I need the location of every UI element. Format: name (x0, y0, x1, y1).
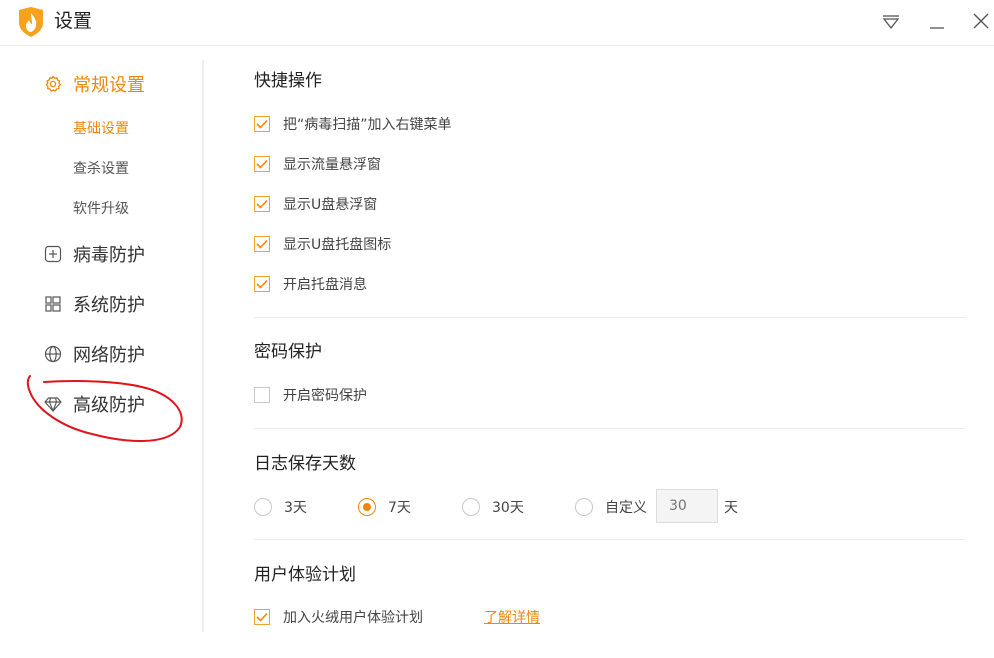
sidebar-subitem-basic-settings[interactable]: 基础设置 (73, 119, 129, 139)
radio-button[interactable] (254, 498, 272, 516)
close-icon (973, 13, 989, 29)
section-title-password: 密码保护 (254, 342, 322, 362)
radio-button-selected[interactable] (358, 498, 376, 516)
checkbox-row-ux-plan[interactable]: 加入火绒用户体验计划 (254, 607, 423, 627)
menu-dropdown-button[interactable] (878, 9, 904, 35)
sidebar-item-label: 常规设置 (73, 75, 145, 96)
minimize-icon (930, 27, 944, 29)
checkbox-label: 开启密码保护 (283, 388, 367, 404)
checkbox-row-context-menu[interactable]: 把“病毒扫描”加入右键菜单 (254, 114, 452, 134)
sidebar-item-network-protection[interactable]: 网络防护 (44, 340, 145, 368)
checkbox-row-tray-messages[interactable]: 开启托盘消息 (254, 274, 367, 294)
ux-plan-checkbox[interactable] (254, 609, 270, 625)
sidebar-subitem-software-update[interactable]: 软件升级 (73, 199, 129, 219)
minimize-button[interactable] (924, 9, 950, 35)
check-icon (256, 119, 268, 129)
learn-more-link[interactable]: 了解详情 (484, 607, 540, 627)
checkbox-label: 开启托盘消息 (283, 277, 367, 293)
usb-float-checkbox[interactable] (254, 196, 270, 212)
checkbox-label: 加入火绒用户体验计划 (283, 610, 423, 626)
checkbox-label: 显示U盘托盘图标 (283, 237, 392, 253)
globe-icon (44, 345, 62, 363)
days-unit-label: 天 (724, 500, 738, 516)
radio-option-custom[interactable]: 自定义 (575, 496, 647, 518)
check-icon (256, 239, 268, 249)
check-icon (256, 279, 268, 289)
sidebar-item-label: 高级防护 (73, 395, 145, 416)
usb-tray-icon-checkbox[interactable] (254, 236, 270, 252)
sidebar-item-general-settings[interactable]: 常规设置 (44, 70, 145, 98)
section-title-ux-plan: 用户体验计划 (254, 565, 356, 585)
password-protection-checkbox[interactable] (254, 387, 270, 403)
radio-label: 自定义 (605, 500, 647, 516)
sidebar-subitem-scan-settings[interactable]: 查杀设置 (73, 159, 129, 179)
radio-option-30-days[interactable]: 30天 (462, 496, 524, 518)
tray-messages-checkbox[interactable] (254, 276, 270, 292)
radio-label: 30天 (492, 500, 524, 516)
title-bar: 设置 (0, 0, 994, 46)
section-title-quick-actions: 快捷操作 (254, 71, 322, 91)
checkbox-row-password-protection[interactable]: 开启密码保护 (254, 385, 367, 405)
sidebar-item-label: 系统防护 (73, 295, 145, 316)
context-menu-checkbox[interactable] (254, 116, 270, 132)
plus-box-icon (44, 245, 62, 263)
checkbox-row-traffic-float[interactable]: 显示流量悬浮窗 (254, 154, 381, 174)
radio-label: 7天 (388, 500, 411, 516)
checkbox-row-usb-tray-icon[interactable]: 显示U盘托盘图标 (254, 234, 391, 254)
checkbox-row-usb-float[interactable]: 显示U盘悬浮窗 (254, 194, 377, 214)
diamond-icon (44, 395, 62, 413)
close-button[interactable] (968, 9, 994, 35)
radio-button[interactable] (575, 498, 593, 516)
check-icon (256, 612, 268, 622)
radio-option-3-days[interactable]: 3天 (254, 496, 307, 518)
checkbox-label: 把“病毒扫描”加入右键菜单 (283, 117, 452, 133)
check-icon (256, 159, 268, 169)
sidebar-item-system-protection[interactable]: 系统防护 (44, 290, 145, 318)
sidebar-item-label: 网络防护 (73, 345, 145, 366)
section-title-log-days: 日志保存天数 (254, 454, 356, 474)
window-title: 设置 (54, 10, 93, 32)
check-icon (256, 199, 268, 209)
checkbox-label: 显示流量悬浮窗 (283, 157, 381, 173)
app-logo-icon (17, 7, 45, 37)
checkbox-label: 显示U盘悬浮窗 (283, 197, 378, 213)
section-divider (254, 428, 966, 429)
menu-triangle-icon (882, 15, 900, 30)
custom-days-input[interactable] (656, 489, 718, 523)
radio-button[interactable] (462, 498, 480, 516)
traffic-float-checkbox[interactable] (254, 156, 270, 172)
radio-option-7-days[interactable]: 7天 (358, 496, 411, 518)
windows-icon (44, 295, 62, 313)
section-divider (254, 539, 966, 540)
section-divider (254, 317, 966, 318)
sidebar-item-label: 病毒防护 (73, 245, 145, 266)
sidebar-item-advanced-protection[interactable]: 高级防护 (44, 390, 145, 418)
gear-icon (44, 75, 62, 93)
sidebar-item-virus-protection[interactable]: 病毒防护 (44, 240, 145, 268)
radio-label: 3天 (284, 500, 307, 516)
sidebar-divider (202, 60, 204, 632)
